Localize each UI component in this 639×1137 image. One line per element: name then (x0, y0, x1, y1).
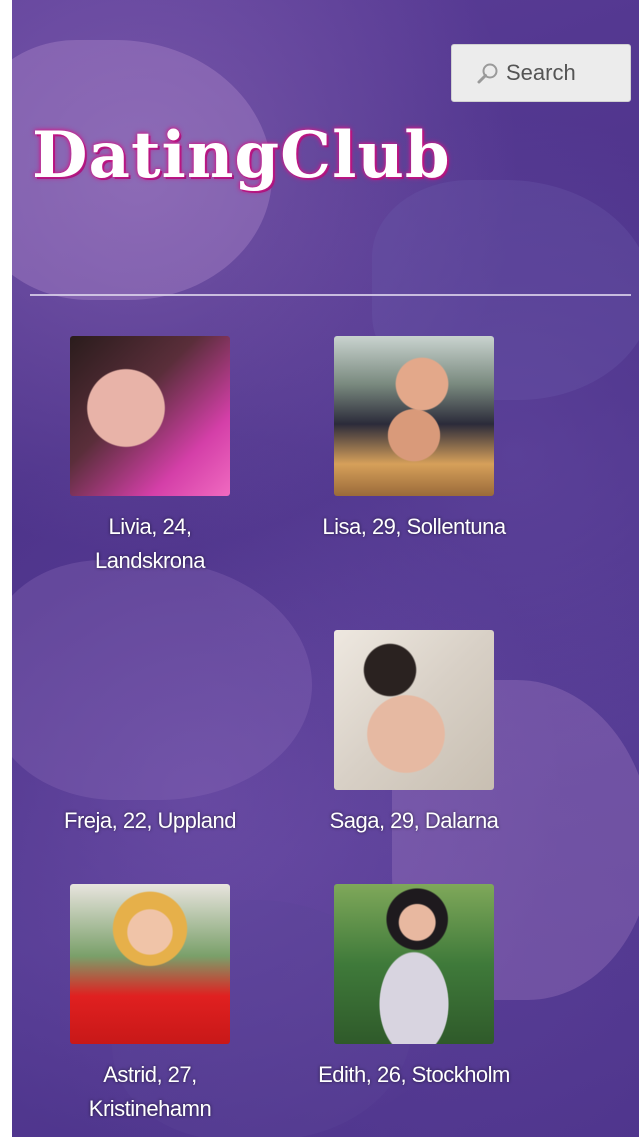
profile-caption[interactable]: Edith, 26, Stockholm (284, 1058, 544, 1092)
profile-card[interactable]: Saga, 29, Dalarna (284, 630, 544, 838)
site-logo[interactable]: DatingClub (32, 118, 451, 193)
profile-photo[interactable] (334, 884, 494, 1044)
profile-photo[interactable] (70, 884, 230, 1044)
page-background: Search DatingClub Livia, 24, Landskrona … (12, 0, 639, 1137)
magnifier-icon (477, 63, 498, 84)
profile-caption[interactable]: Freja, 22, Uppland (20, 804, 280, 838)
profile-photo[interactable] (70, 336, 230, 496)
profile-card[interactable]: Lisa, 29, Sollentuna (284, 336, 544, 544)
profile-caption[interactable]: Astrid, 27, Kristinehamn (65, 1058, 235, 1126)
profile-photo-placeholder (70, 630, 230, 790)
profile-caption[interactable]: Saga, 29, Dalarna (284, 804, 544, 838)
profile-card[interactable]: Edith, 26, Stockholm (284, 884, 544, 1092)
search-button[interactable]: Search (451, 44, 631, 102)
profile-card[interactable]: Freja, 22, Uppland (20, 630, 280, 838)
search-label: Search (506, 60, 576, 85)
header-divider (30, 294, 631, 296)
profile-card[interactable]: Astrid, 27, Kristinehamn (20, 884, 280, 1126)
profile-card[interactable]: Livia, 24, Landskrona (20, 336, 280, 578)
profile-caption[interactable]: Livia, 24, Landskrona (65, 510, 235, 578)
profile-caption[interactable]: Lisa, 29, Sollentuna (284, 510, 544, 544)
profile-photo[interactable] (334, 630, 494, 790)
profile-photo[interactable] (334, 336, 494, 496)
